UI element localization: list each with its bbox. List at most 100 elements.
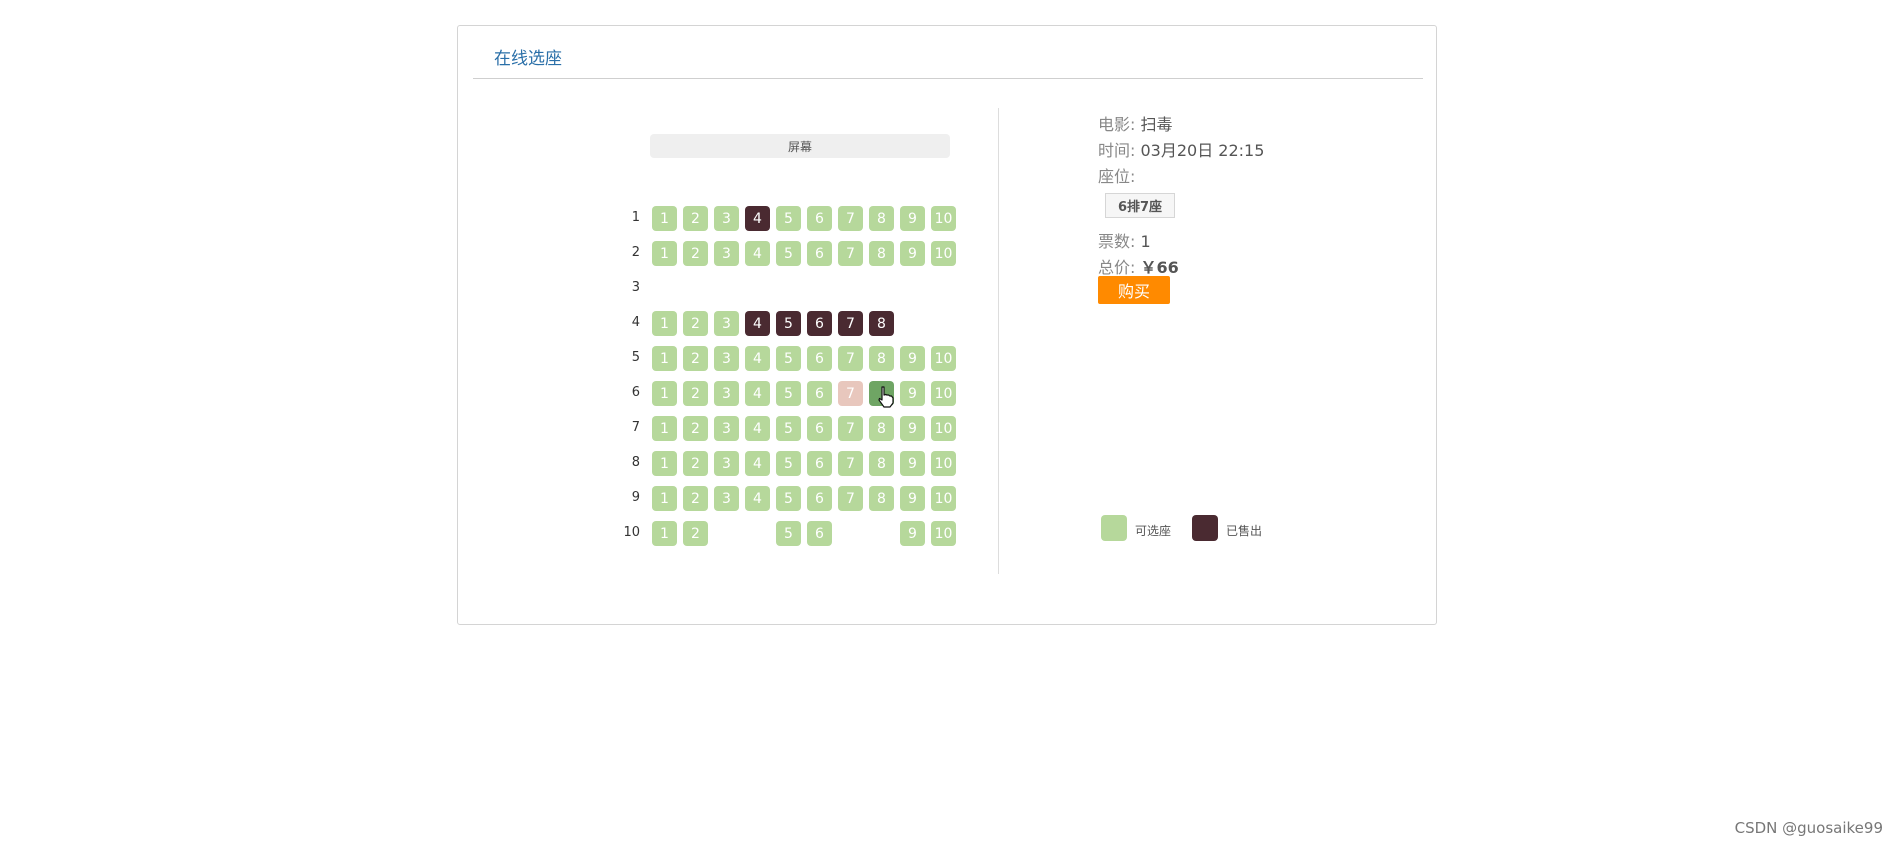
seat-available[interactable]: 3 xyxy=(714,486,739,511)
seat-available[interactable]: 1 xyxy=(652,451,677,476)
seat-available[interactable]: 4 xyxy=(745,486,770,511)
seat-available[interactable]: 3 xyxy=(714,381,739,406)
seat-available[interactable]: 2 xyxy=(683,381,708,406)
seat-available[interactable]: 2 xyxy=(683,311,708,336)
buy-button[interactable]: 购买 xyxy=(1098,276,1170,304)
seat-available[interactable]: 5 xyxy=(776,381,801,406)
seat-available[interactable]: 2 xyxy=(683,486,708,511)
seat-available[interactable]: 9 xyxy=(900,521,925,546)
seat-available[interactable]: 10 xyxy=(931,486,956,511)
seat-available[interactable]: 7 xyxy=(838,206,863,231)
seat-available[interactable]: 6 xyxy=(807,416,832,441)
seat-available[interactable]: 10 xyxy=(931,206,956,231)
time-info: 时间: 03月20日 22:15 xyxy=(1098,137,1264,161)
seat-available[interactable]: 4 xyxy=(745,381,770,406)
seat-available[interactable]: 2 xyxy=(683,416,708,441)
seat-available[interactable]: 3 xyxy=(714,451,739,476)
seat-available[interactable]: 2 xyxy=(683,521,708,546)
seat-available[interactable]: 5 xyxy=(776,486,801,511)
movie-info: 电影: 扫毒 xyxy=(1098,111,1173,135)
seat-available[interactable]: 6 xyxy=(807,206,832,231)
seat-available[interactable]: 7 xyxy=(838,486,863,511)
seat-available[interactable]: 5 xyxy=(776,451,801,476)
sold-legend-label: 已售出 xyxy=(1226,524,1263,538)
sold-legend-swatch xyxy=(1192,515,1218,541)
seat-available[interactable]: 8 xyxy=(869,206,894,231)
time-label: 时间: xyxy=(1098,141,1136,160)
seat-available[interactable]: 1 xyxy=(652,381,677,406)
seat-available[interactable]: 3 xyxy=(714,206,739,231)
seat-available[interactable]: 9 xyxy=(900,206,925,231)
seat-available[interactable]: 3 xyxy=(714,416,739,441)
seat-available[interactable]: 10 xyxy=(931,451,956,476)
seat-available[interactable]: 9 xyxy=(900,241,925,266)
seat-available[interactable]: 3 xyxy=(714,241,739,266)
movie-label: 电影: xyxy=(1098,115,1136,134)
seat-available[interactable]: 5 xyxy=(776,206,801,231)
seat-available[interactable]: 9 xyxy=(900,381,925,406)
ticket-count-info: 票数: 1 xyxy=(1098,228,1151,252)
title-divider xyxy=(473,78,1423,79)
seat-sold: 4 xyxy=(745,206,770,231)
seat-available[interactable]: 4 xyxy=(745,241,770,266)
seat-available[interactable]: 10 xyxy=(931,521,956,546)
seat-available[interactable]: 8 xyxy=(869,451,894,476)
seat-available[interactable]: 2 xyxy=(683,241,708,266)
seat-available[interactable]: 10 xyxy=(931,416,956,441)
seat-available[interactable]: 4 xyxy=(745,451,770,476)
seat-hover[interactable] xyxy=(869,381,894,406)
seat-available[interactable]: 4 xyxy=(745,416,770,441)
seat-available[interactable]: 8 xyxy=(869,241,894,266)
seat-available[interactable]: 2 xyxy=(683,346,708,371)
seat-available[interactable]: 1 xyxy=(652,346,677,371)
seat-available[interactable]: 7 xyxy=(838,451,863,476)
seat-available[interactable]: 6 xyxy=(807,346,832,371)
seat-available[interactable]: 1 xyxy=(652,486,677,511)
seat-available[interactable]: 10 xyxy=(931,241,956,266)
movie-value: 扫毒 xyxy=(1140,115,1173,134)
seat-available[interactable]: 1 xyxy=(652,521,677,546)
seat-available[interactable]: 7 xyxy=(838,346,863,371)
seat-available[interactable]: 2 xyxy=(683,451,708,476)
ticket-count-label: 票数: xyxy=(1098,232,1136,251)
seat-available[interactable]: 5 xyxy=(776,416,801,441)
seat-selected[interactable]: 7 xyxy=(838,381,863,406)
seat-available[interactable]: 7 xyxy=(838,416,863,441)
watermark: CSDN @guosaike99 xyxy=(1734,819,1883,837)
seat-available[interactable]: 1 xyxy=(652,311,677,336)
seat-available[interactable]: 1 xyxy=(652,206,677,231)
seat-available[interactable]: 3 xyxy=(714,311,739,336)
seat-available[interactable]: 4 xyxy=(745,346,770,371)
row-label: 3 xyxy=(631,280,640,295)
seat-available[interactable]: 5 xyxy=(776,521,801,546)
seat-available[interactable]: 9 xyxy=(900,451,925,476)
seat-available[interactable]: 9 xyxy=(900,486,925,511)
seat-available[interactable]: 6 xyxy=(807,486,832,511)
seat-sold: 5 xyxy=(776,311,801,336)
seat-available[interactable]: 9 xyxy=(900,346,925,371)
seat-available[interactable]: 2 xyxy=(683,206,708,231)
seat-available[interactable]: 7 xyxy=(838,241,863,266)
seat-available[interactable]: 9 xyxy=(900,416,925,441)
seat-available[interactable]: 10 xyxy=(931,346,956,371)
seat-available[interactable]: 1 xyxy=(652,241,677,266)
seat-available[interactable]: 6 xyxy=(807,241,832,266)
seat-available[interactable]: 6 xyxy=(807,381,832,406)
row-label: 8 xyxy=(631,455,640,470)
seat-available[interactable]: 5 xyxy=(776,346,801,371)
seat-available[interactable]: 5 xyxy=(776,241,801,266)
seat-available[interactable]: 3 xyxy=(714,346,739,371)
seat-available[interactable]: 10 xyxy=(931,381,956,406)
seat-available[interactable]: 8 xyxy=(869,486,894,511)
seat-available[interactable]: 6 xyxy=(807,451,832,476)
available-legend-label: 可选座 xyxy=(1135,524,1172,538)
seat-selection-panel: 在线选座 屏幕 1 1 2 3 4 5 6 7 8 9 10 2 1 2 3 4 5 6 7 8 9 10 3 4 1 2 3 4 5 6… xyxy=(457,25,1437,625)
available-legend-swatch xyxy=(1101,515,1127,541)
row-label: 2 xyxy=(631,245,640,260)
seat-available[interactable]: 8 xyxy=(869,416,894,441)
seat-available[interactable]: 8 xyxy=(869,346,894,371)
row-label: 7 xyxy=(631,420,640,435)
seat-available[interactable]: 6 xyxy=(807,521,832,546)
seat-available[interactable]: 1 xyxy=(652,416,677,441)
row-label: 1 xyxy=(631,210,640,225)
